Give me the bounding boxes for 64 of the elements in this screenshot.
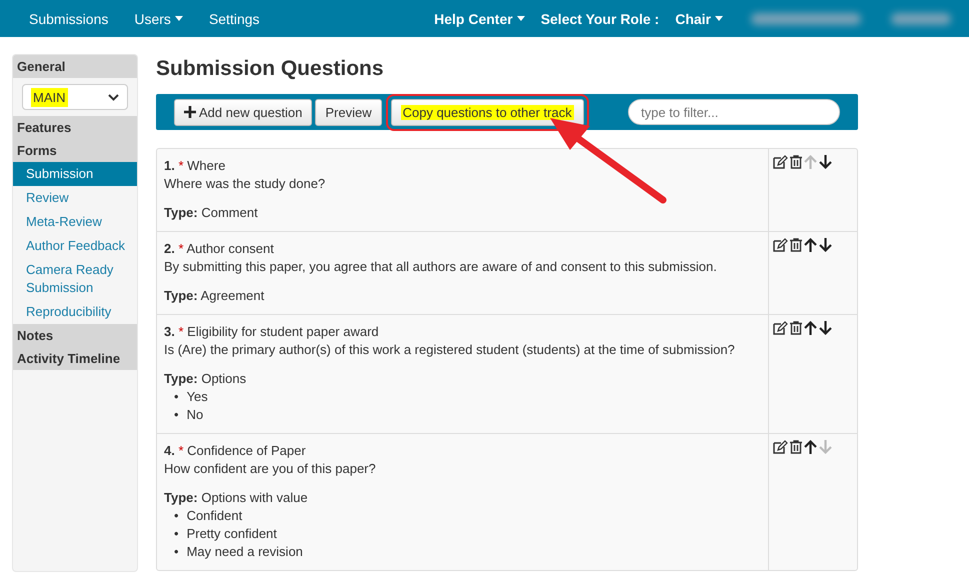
bullet: • [174,406,179,424]
nav-item[interactable]: Chair [675,10,723,26]
filter-field[interactable]: type to filter... [628,99,840,125]
question-type: Type: Comment [164,204,259,222]
sidebar-item[interactable]: Author Feedback [13,234,137,258]
nav-item[interactable]: Settings [208,10,260,26]
sidebar-item[interactable]: Review [13,186,137,210]
question-description: How confident are you of this paper? [164,460,377,478]
trash-icon[interactable] [790,155,802,169]
edit-icon[interactable] [773,238,788,252]
page-title: Submission Questions [156,57,385,81]
question-title: 4. * Confidence of Paper [164,442,307,460]
bullet: • [174,525,179,543]
down-arrow-icon[interactable] [819,155,832,169]
sidebar-item[interactable]: Reproducibility [13,300,137,324]
toolbar-button[interactable]: Preview [315,98,382,126]
track-select[interactable]: MAIN [22,84,128,110]
bullet: • [174,507,179,525]
question-title: 2. * Author consent [164,240,275,258]
nav-item[interactable]: Select Your Role : [540,10,660,26]
question-type: Type: Options with value [164,489,309,507]
caret-icon [174,16,183,21]
sidebar-item[interactable]: Camera Ready Submission [13,258,137,300]
caret-icon [516,16,525,21]
question-description: Is (Are) the primary author(s) of this work a registered student (students) at the time of submission? [164,341,736,359]
option-item: No [186,406,204,424]
sidebar-heading[interactable]: General [13,55,137,78]
nav-item[interactable]: Help Center [434,10,525,26]
option-item: Confident [186,507,242,525]
down-arrow-icon[interactable] [819,321,832,335]
trash-icon[interactable] [790,440,802,454]
up-arrow-icon[interactable] [804,321,817,335]
toolbar-button[interactable]: Add new question [174,98,312,126]
plus-icon [184,106,196,118]
trash-icon[interactable] [790,321,802,335]
sidebar-heading[interactable]: Notes [13,324,137,347]
question-description: By submitting this paper, you agree that all authors are aware of and consent to this submission. [164,258,718,276]
question-description: Where was the study done? [164,175,326,193]
question-title: 1. * Where [164,157,226,175]
trash-icon[interactable] [790,238,802,252]
bullet: • [174,543,179,561]
sidebar-item[interactable]: Submission [13,162,137,186]
sidebar-heading[interactable]: Forms [13,139,137,162]
sidebar-heading[interactable]: Features [13,116,137,139]
question-title: 3. * Eligibility for student paper award [164,323,380,341]
edit-icon[interactable] [773,440,788,454]
bullet: • [174,388,179,406]
sidebar-heading[interactable]: Activity Timeline [13,347,137,370]
question-type: Type: Options [164,370,248,388]
option-item: Pretty confident [186,525,277,543]
option-item: May need a revision [186,543,303,561]
blurred-item [891,12,951,24]
sidebar-item[interactable]: Meta-Review [13,210,137,234]
nav-item[interactable]: Users [134,10,183,26]
option-item: Yes [186,388,208,406]
up-arrow-icon[interactable] [804,238,817,252]
edit-icon[interactable] [773,321,788,335]
nav-item[interactable]: Submissions [29,10,108,26]
chevron-icon [108,94,119,100]
caret-icon [715,16,723,21]
question-type: Type: Agreement [164,287,266,305]
down-arrow-icon[interactable] [819,238,832,252]
edit-icon[interactable] [773,155,788,169]
up-arrow-icon[interactable] [804,440,817,454]
